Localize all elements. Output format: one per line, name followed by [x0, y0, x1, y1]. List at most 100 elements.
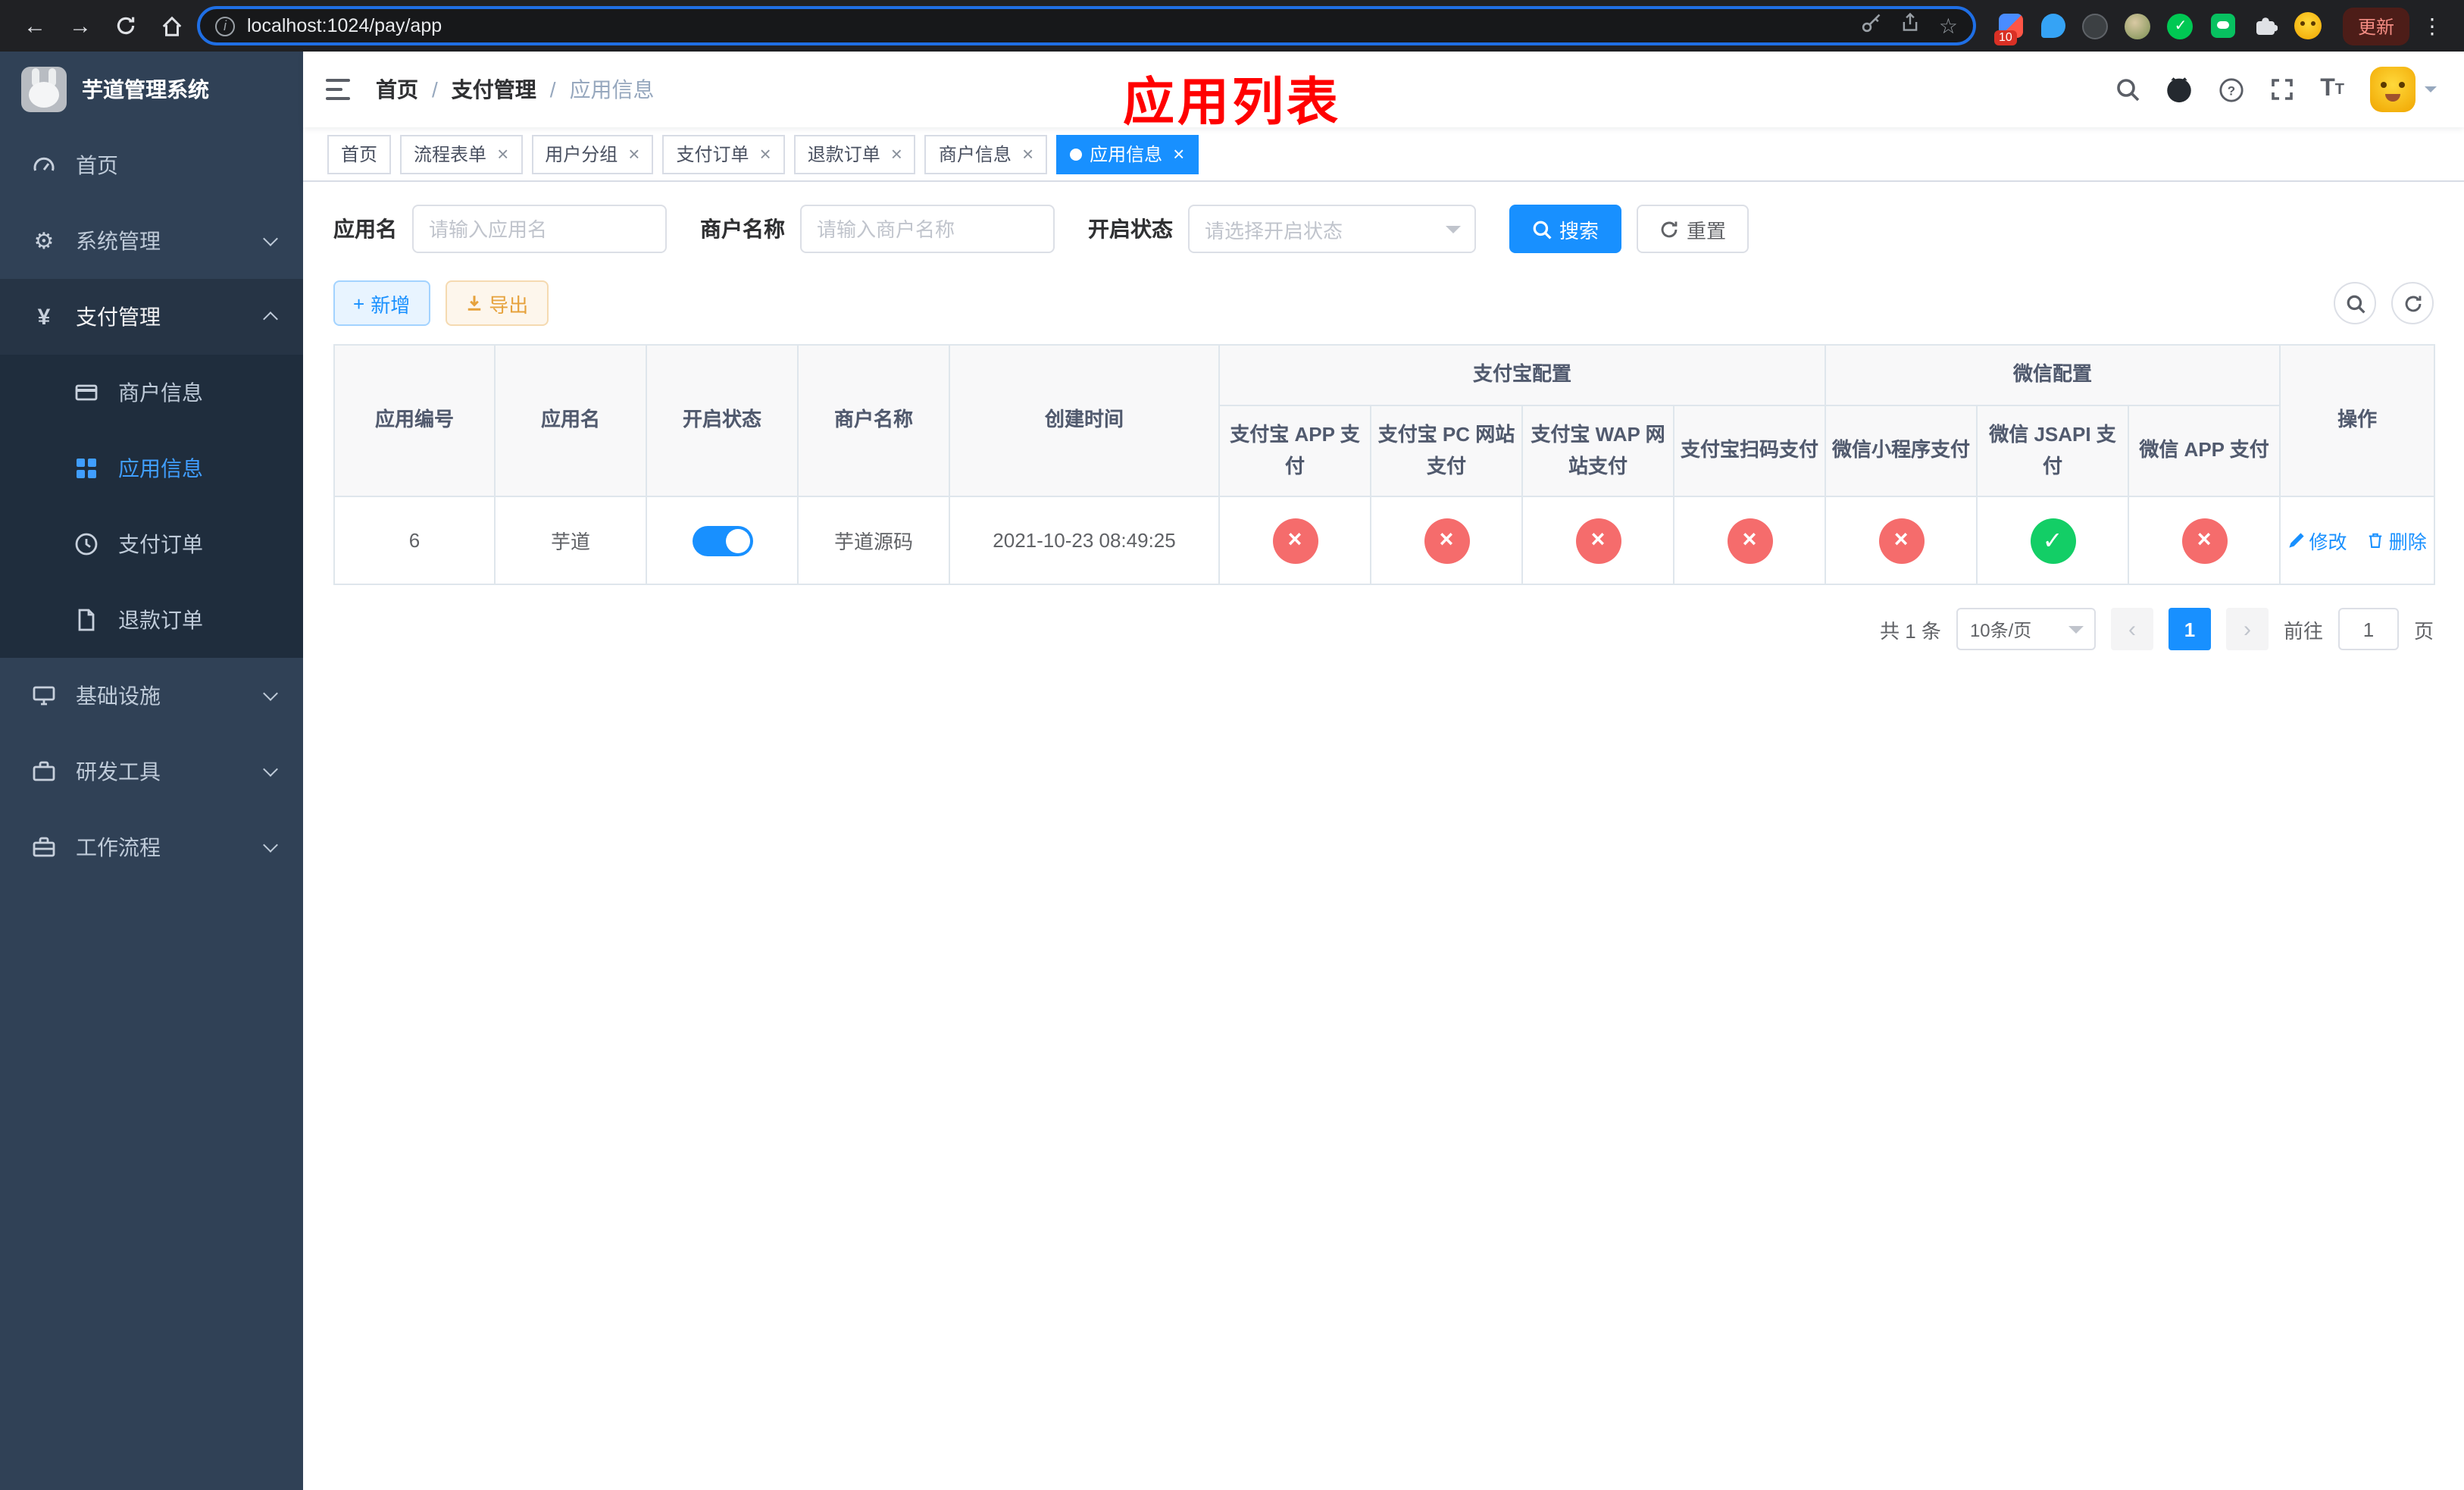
- next-page-button[interactable]: ›: [2225, 608, 2269, 650]
- sidebar-item-app-info[interactable]: 应用信息: [0, 430, 303, 506]
- extension-avatar-icon[interactable]: [2125, 12, 2152, 39]
- alipay-pc-status-icon: ×: [1424, 518, 1469, 563]
- filter-form: 应用名 商户名称 开启状态 请选择开启状态: [333, 205, 2434, 253]
- screen: ← → i localhost:1024/pay/app ☆ 10 ✓ 更新 ⋮…: [0, 0, 2464, 1490]
- cell-actions: 修改 删除: [2279, 496, 2436, 585]
- sidebar-item-system[interactable]: ⚙ 系统管理: [0, 203, 303, 279]
- url-text: localhost:1024/pay/app: [247, 15, 442, 36]
- extensions-puzzle-icon[interactable]: [2252, 12, 2279, 39]
- monitor-icon: [30, 684, 58, 708]
- close-icon[interactable]: ×: [1173, 144, 1184, 164]
- tab-process-form[interactable]: 流程表单 ×: [400, 134, 523, 174]
- browser-menu-icon[interactable]: ⋮: [2416, 13, 2449, 39]
- sidebar-header: 芋道管理系统: [0, 52, 303, 127]
- breadcrumb-payment[interactable]: 支付管理: [452, 74, 536, 105]
- extension-pin-icon[interactable]: [2040, 12, 2067, 39]
- search-button[interactable]: 搜索: [1509, 205, 1622, 253]
- payment-submenu: 商户信息 应用信息 支付订单 退款订单: [0, 355, 303, 658]
- bookmark-star-icon[interactable]: ☆: [1939, 13, 1958, 39]
- extension-check-icon[interactable]: ✓: [2167, 12, 2194, 39]
- sidebar-item-home[interactable]: 首页: [0, 127, 303, 203]
- col-header-alipay-qr: 支付宝扫码支付: [1672, 405, 1827, 497]
- tab-pay-order[interactable]: 支付订单 ×: [662, 134, 785, 174]
- col-header-created: 创建时间: [949, 344, 1220, 497]
- merchant-name-label: 商户名称: [700, 217, 785, 241]
- profile-avatar-icon[interactable]: [2294, 12, 2322, 39]
- home-icon[interactable]: [152, 8, 191, 44]
- app-logo: [21, 67, 67, 112]
- sidebar-item-merchant-info[interactable]: 商户信息: [0, 355, 303, 430]
- refresh-button[interactable]: [2391, 282, 2434, 324]
- add-button[interactable]: + 新增: [333, 280, 430, 326]
- status-select[interactable]: 请选择开启状态: [1188, 205, 1476, 253]
- tab-home[interactable]: 首页: [327, 134, 392, 174]
- trash-icon: [2369, 533, 2382, 548]
- address-bar[interactable]: i localhost:1024/pay/app ☆: [197, 6, 1976, 45]
- reload-icon[interactable]: [106, 8, 145, 44]
- svg-text:?: ?: [2228, 83, 2235, 98]
- sidebar-item-infrastructure[interactable]: 基础设施: [0, 658, 303, 734]
- breadcrumb: 首页 / 支付管理 / 应用信息: [376, 74, 655, 105]
- active-dot: [1070, 148, 1083, 160]
- back-icon[interactable]: ←: [15, 8, 55, 44]
- close-icon[interactable]: ×: [1022, 144, 1033, 164]
- app-name-input[interactable]: [412, 205, 667, 253]
- edit-button[interactable]: 修改: [2287, 526, 2347, 555]
- sidebar-item-devtools[interactable]: 研发工具: [0, 734, 303, 809]
- search-icon[interactable]: [2115, 77, 2140, 102]
- tab-refund-order[interactable]: 退款订单 ×: [793, 134, 916, 174]
- toggle-search-button[interactable]: [2334, 282, 2376, 324]
- github-icon[interactable]: [2165, 76, 2193, 103]
- hamburger-icon[interactable]: [303, 77, 376, 102]
- extension-grid-icon[interactable]: 10: [1993, 12, 2025, 45]
- clock-order-icon: [73, 532, 100, 556]
- tab-app-info[interactable]: 应用信息 ×: [1056, 134, 1199, 174]
- goto-page-input[interactable]: [2337, 608, 2399, 650]
- page-1-button[interactable]: 1: [2168, 608, 2211, 650]
- sidebar-item-refund-order[interactable]: 退款订单: [0, 582, 303, 658]
- tab-merchant-info[interactable]: 商户信息 ×: [924, 134, 1048, 174]
- close-icon[interactable]: ×: [891, 144, 902, 164]
- forward-icon[interactable]: →: [61, 8, 100, 44]
- status-toggle[interactable]: [692, 525, 752, 556]
- breadcrumb-home[interactable]: 首页: [376, 74, 418, 105]
- site-info-icon[interactable]: i: [215, 16, 235, 36]
- col-header-actions: 操作: [2279, 344, 2436, 497]
- help-icon[interactable]: ?: [2219, 77, 2244, 102]
- close-icon[interactable]: ×: [760, 144, 771, 164]
- group-header-wechat: 微信配置: [1825, 344, 2281, 406]
- user-menu[interactable]: [2370, 67, 2437, 112]
- extension-badge: 10: [1993, 30, 2017, 45]
- extension-dark-icon[interactable]: [2082, 12, 2109, 39]
- sidebar-item-pay-order[interactable]: 支付订单: [0, 506, 303, 582]
- table-tools: [2334, 282, 2434, 324]
- fullscreen-icon[interactable]: [2270, 77, 2294, 102]
- share-icon[interactable]: [1901, 12, 1921, 39]
- col-header-alipay-wap: 支付宝 WAP 网站支付: [1521, 405, 1674, 497]
- chevron-down-icon: [263, 231, 278, 246]
- sidebar-item-payment[interactable]: ¥ 支付管理: [0, 279, 303, 355]
- prev-page-button[interactable]: ‹: [2110, 608, 2153, 650]
- plus-icon: +: [353, 292, 365, 315]
- extension-chat-icon[interactable]: [2209, 12, 2237, 39]
- export-button[interactable]: 导出: [445, 280, 549, 326]
- col-header-alipay-app: 支付宝 APP 支付: [1218, 405, 1371, 497]
- gear-icon: ⚙: [33, 229, 55, 255]
- cell-status: [646, 496, 799, 585]
- sidebar-item-workflow[interactable]: 工作流程: [0, 809, 303, 885]
- toolbox-icon: [30, 759, 58, 784]
- merchant-name-input[interactable]: [800, 205, 1055, 253]
- tags-view-bar: 首页 流程表单 × 用户分组 × 支付订单 × 退款订单 × 商户信息 × 应用…: [303, 127, 2464, 182]
- font-size-icon[interactable]: TT: [2320, 76, 2344, 103]
- page-size-select[interactable]: 10条/页: [1956, 608, 2096, 650]
- password-key-icon[interactable]: [1862, 11, 1883, 40]
- close-icon[interactable]: ×: [628, 144, 639, 164]
- tab-user-group[interactable]: 用户分组 ×: [531, 134, 654, 174]
- wx-jsapi-status-icon: ✓: [2030, 518, 2076, 563]
- reset-button[interactable]: 重置: [1637, 205, 1750, 253]
- browser-update-button[interactable]: 更新: [2342, 7, 2409, 45]
- delete-button[interactable]: 删除: [2368, 526, 2427, 555]
- close-icon[interactable]: ×: [497, 144, 508, 164]
- col-header-alipay-pc: 支付宝 PC 网站支付: [1370, 405, 1523, 497]
- group-header-alipay: 支付宝配置: [1218, 344, 1827, 406]
